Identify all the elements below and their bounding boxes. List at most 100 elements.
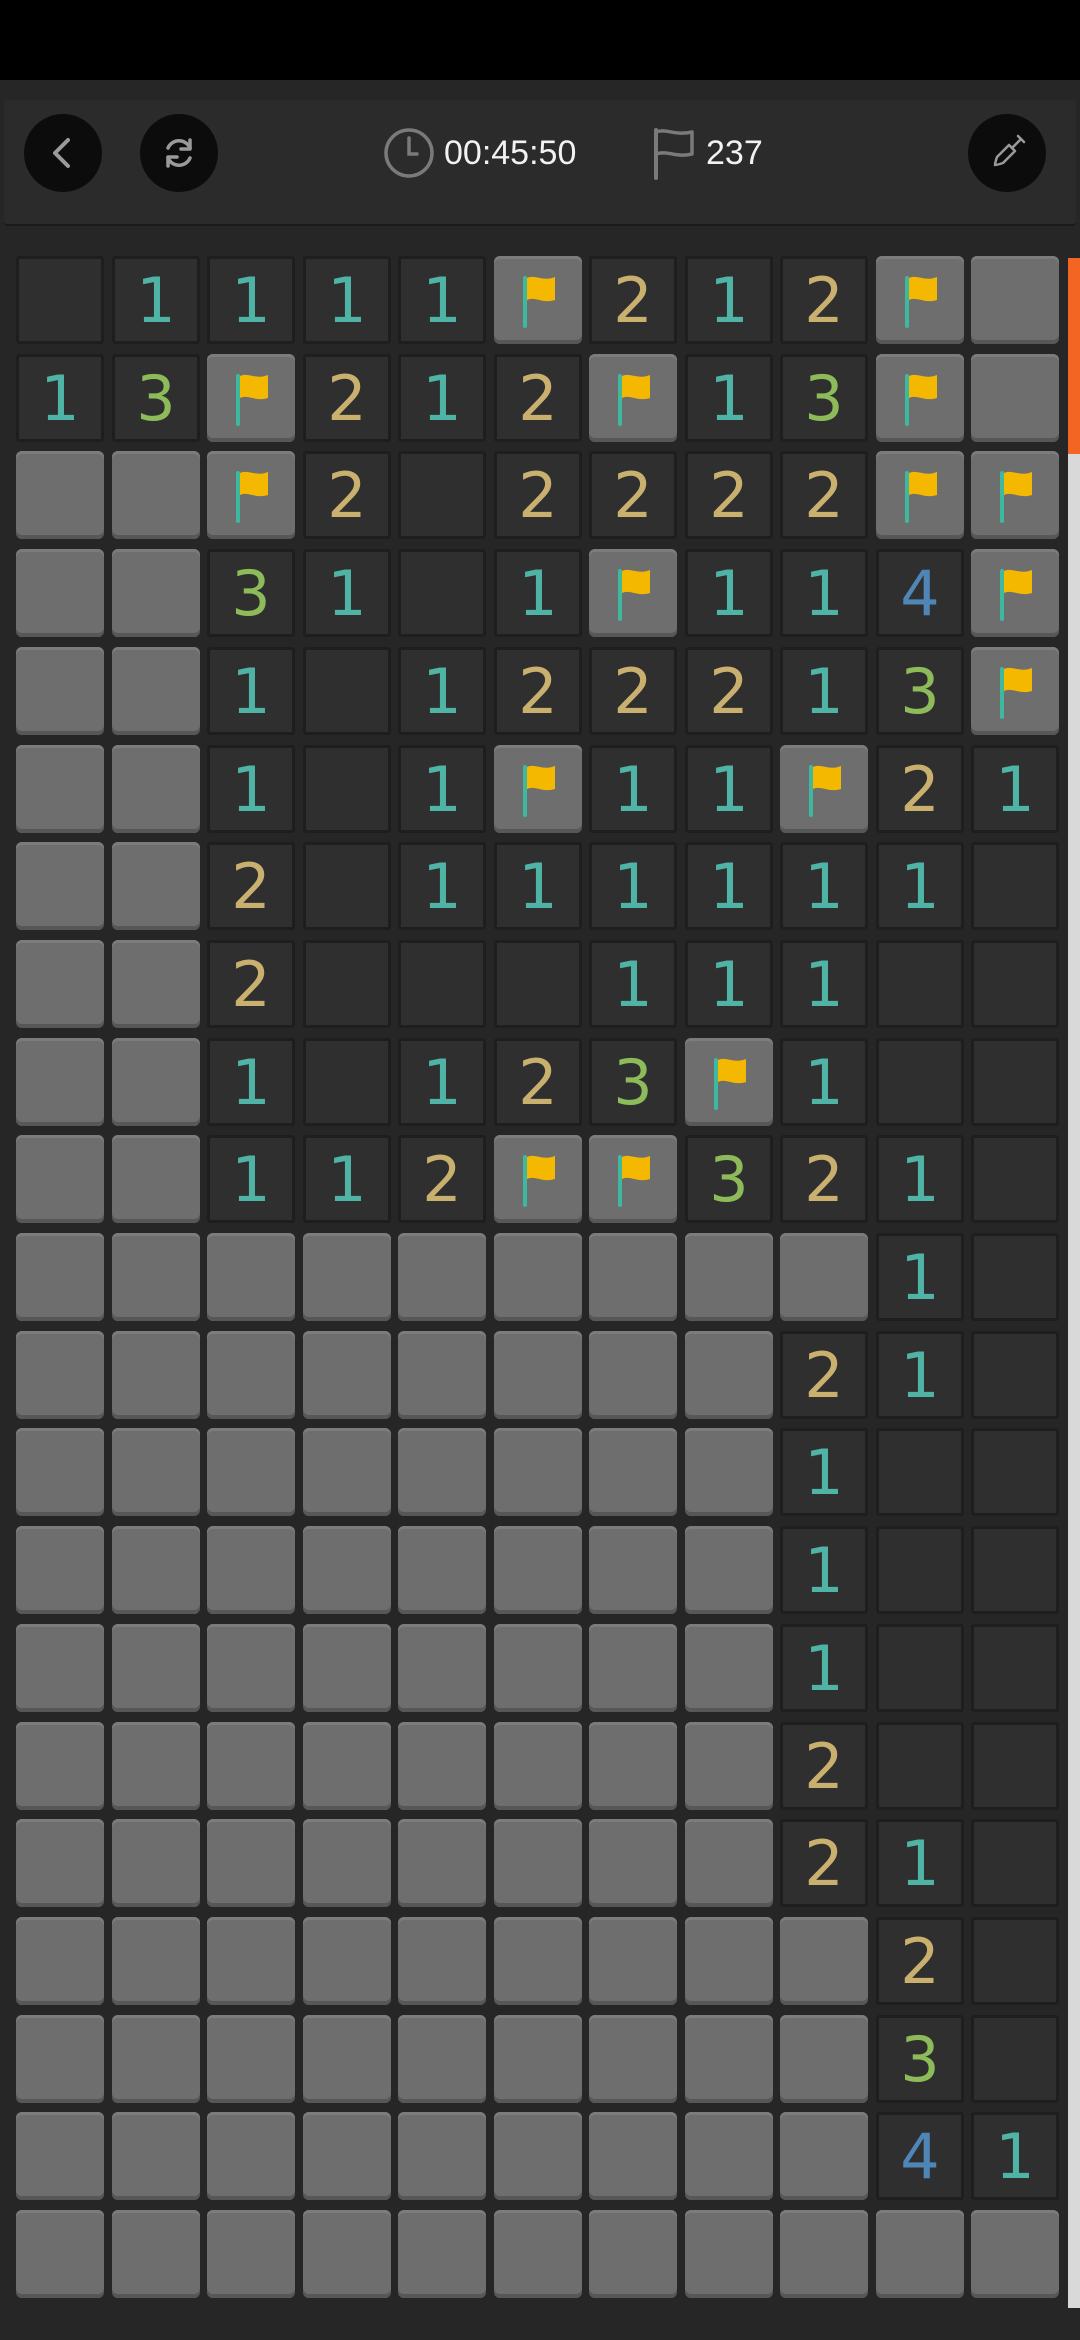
flagged-cell[interactable]: [494, 256, 582, 344]
hidden-cell[interactable]: [876, 2210, 964, 2298]
number-cell[interactable]: 1: [876, 1331, 964, 1419]
hidden-cell[interactable]: [16, 1917, 104, 2005]
hidden-cell[interactable]: [112, 1331, 200, 1419]
empty-cell[interactable]: [971, 940, 1059, 1028]
empty-cell[interactable]: [971, 1331, 1059, 1419]
number-cell[interactable]: 2: [303, 354, 391, 442]
number-cell[interactable]: 2: [876, 1917, 964, 2005]
number-cell[interactable]: 1: [207, 745, 295, 833]
number-cell[interactable]: 1: [780, 1624, 868, 1712]
number-cell[interactable]: 1: [398, 1038, 486, 1126]
hidden-cell[interactable]: [112, 1428, 200, 1516]
hidden-cell[interactable]: [303, 1624, 391, 1712]
number-cell[interactable]: 2: [494, 354, 582, 442]
hidden-cell[interactable]: [16, 1331, 104, 1419]
hidden-cell[interactable]: [207, 1331, 295, 1419]
empty-cell[interactable]: [398, 549, 486, 637]
empty-cell[interactable]: [398, 451, 486, 539]
number-cell[interactable]: 2: [685, 647, 773, 735]
hidden-cell[interactable]: [494, 1917, 582, 2005]
number-cell[interactable]: 1: [112, 256, 200, 344]
number-cell[interactable]: 3: [589, 1038, 677, 1126]
hidden-cell[interactable]: [112, 2210, 200, 2298]
hidden-cell[interactable]: [16, 549, 104, 637]
number-cell[interactable]: 1: [685, 549, 773, 637]
hidden-cell[interactable]: [589, 1331, 677, 1419]
number-cell[interactable]: 2: [207, 940, 295, 1028]
hidden-cell[interactable]: [589, 2112, 677, 2200]
number-cell[interactable]: 2: [589, 256, 677, 344]
number-cell[interactable]: 1: [876, 1233, 964, 1321]
empty-cell[interactable]: [303, 842, 391, 930]
hidden-cell[interactable]: [112, 647, 200, 735]
hidden-cell[interactable]: [780, 2112, 868, 2200]
empty-cell[interactable]: [971, 1819, 1059, 1907]
restart-button[interactable]: [140, 114, 218, 192]
number-cell[interactable]: 2: [398, 1135, 486, 1223]
hidden-cell[interactable]: [971, 2210, 1059, 2298]
dig-tool-button[interactable]: [968, 114, 1046, 192]
hidden-cell[interactable]: [303, 1722, 391, 1810]
hidden-cell[interactable]: [685, 1331, 773, 1419]
flagged-cell[interactable]: [876, 451, 964, 539]
number-cell[interactable]: 1: [971, 2112, 1059, 2200]
hidden-cell[interactable]: [207, 2210, 295, 2298]
hidden-cell[interactable]: [207, 1722, 295, 1810]
flagged-cell[interactable]: [589, 1135, 677, 1223]
empty-cell[interactable]: [876, 1038, 964, 1126]
hidden-cell[interactable]: [16, 842, 104, 930]
hidden-cell[interactable]: [207, 1526, 295, 1614]
number-cell[interactable]: 1: [398, 842, 486, 930]
empty-cell[interactable]: [971, 1038, 1059, 1126]
number-cell[interactable]: 1: [589, 842, 677, 930]
hidden-cell[interactable]: [16, 745, 104, 833]
hidden-cell[interactable]: [589, 1233, 677, 1321]
hidden-cell[interactable]: [16, 1428, 104, 1516]
hidden-cell[interactable]: [685, 1722, 773, 1810]
hidden-cell[interactable]: [398, 1331, 486, 1419]
hidden-cell[interactable]: [685, 1526, 773, 1614]
hidden-cell[interactable]: [589, 1819, 677, 1907]
hidden-cell[interactable]: [494, 1428, 582, 1516]
number-cell[interactable]: 3: [685, 1135, 773, 1223]
number-cell[interactable]: 4: [876, 2112, 964, 2200]
hidden-cell[interactable]: [685, 1233, 773, 1321]
number-cell[interactable]: 1: [207, 256, 295, 344]
hidden-cell[interactable]: [16, 940, 104, 1028]
hidden-cell[interactable]: [112, 549, 200, 637]
hidden-cell[interactable]: [398, 1722, 486, 1810]
number-cell[interactable]: 2: [876, 745, 964, 833]
number-cell[interactable]: 2: [780, 1819, 868, 1907]
hidden-cell[interactable]: [112, 1917, 200, 2005]
number-cell[interactable]: 1: [685, 256, 773, 344]
hidden-cell[interactable]: [494, 1819, 582, 1907]
number-cell[interactable]: 3: [207, 549, 295, 637]
number-cell[interactable]: 2: [494, 1038, 582, 1126]
hidden-cell[interactable]: [494, 1526, 582, 1614]
hidden-cell[interactable]: [303, 2112, 391, 2200]
number-cell[interactable]: 1: [589, 745, 677, 833]
hidden-cell[interactable]: [685, 2015, 773, 2103]
hidden-cell[interactable]: [780, 2210, 868, 2298]
flagged-cell[interactable]: [494, 745, 582, 833]
number-cell[interactable]: 2: [780, 256, 868, 344]
hidden-cell[interactable]: [207, 2015, 295, 2103]
number-cell[interactable]: 2: [685, 451, 773, 539]
number-cell[interactable]: 1: [780, 549, 868, 637]
back-button[interactable]: [24, 114, 102, 192]
hidden-cell[interactable]: [494, 1331, 582, 1419]
hidden-cell[interactable]: [207, 1624, 295, 1712]
hidden-cell[interactable]: [780, 1233, 868, 1321]
hidden-cell[interactable]: [971, 354, 1059, 442]
number-cell[interactable]: 1: [876, 1135, 964, 1223]
hidden-cell[interactable]: [589, 1722, 677, 1810]
hidden-cell[interactable]: [398, 1428, 486, 1516]
hidden-cell[interactable]: [207, 1233, 295, 1321]
number-cell[interactable]: 2: [589, 647, 677, 735]
number-cell[interactable]: 1: [780, 842, 868, 930]
number-cell[interactable]: 3: [876, 2015, 964, 2103]
flagged-cell[interactable]: [971, 549, 1059, 637]
number-cell[interactable]: 1: [589, 940, 677, 1028]
hidden-cell[interactable]: [207, 1917, 295, 2005]
empty-cell[interactable]: [971, 1624, 1059, 1712]
